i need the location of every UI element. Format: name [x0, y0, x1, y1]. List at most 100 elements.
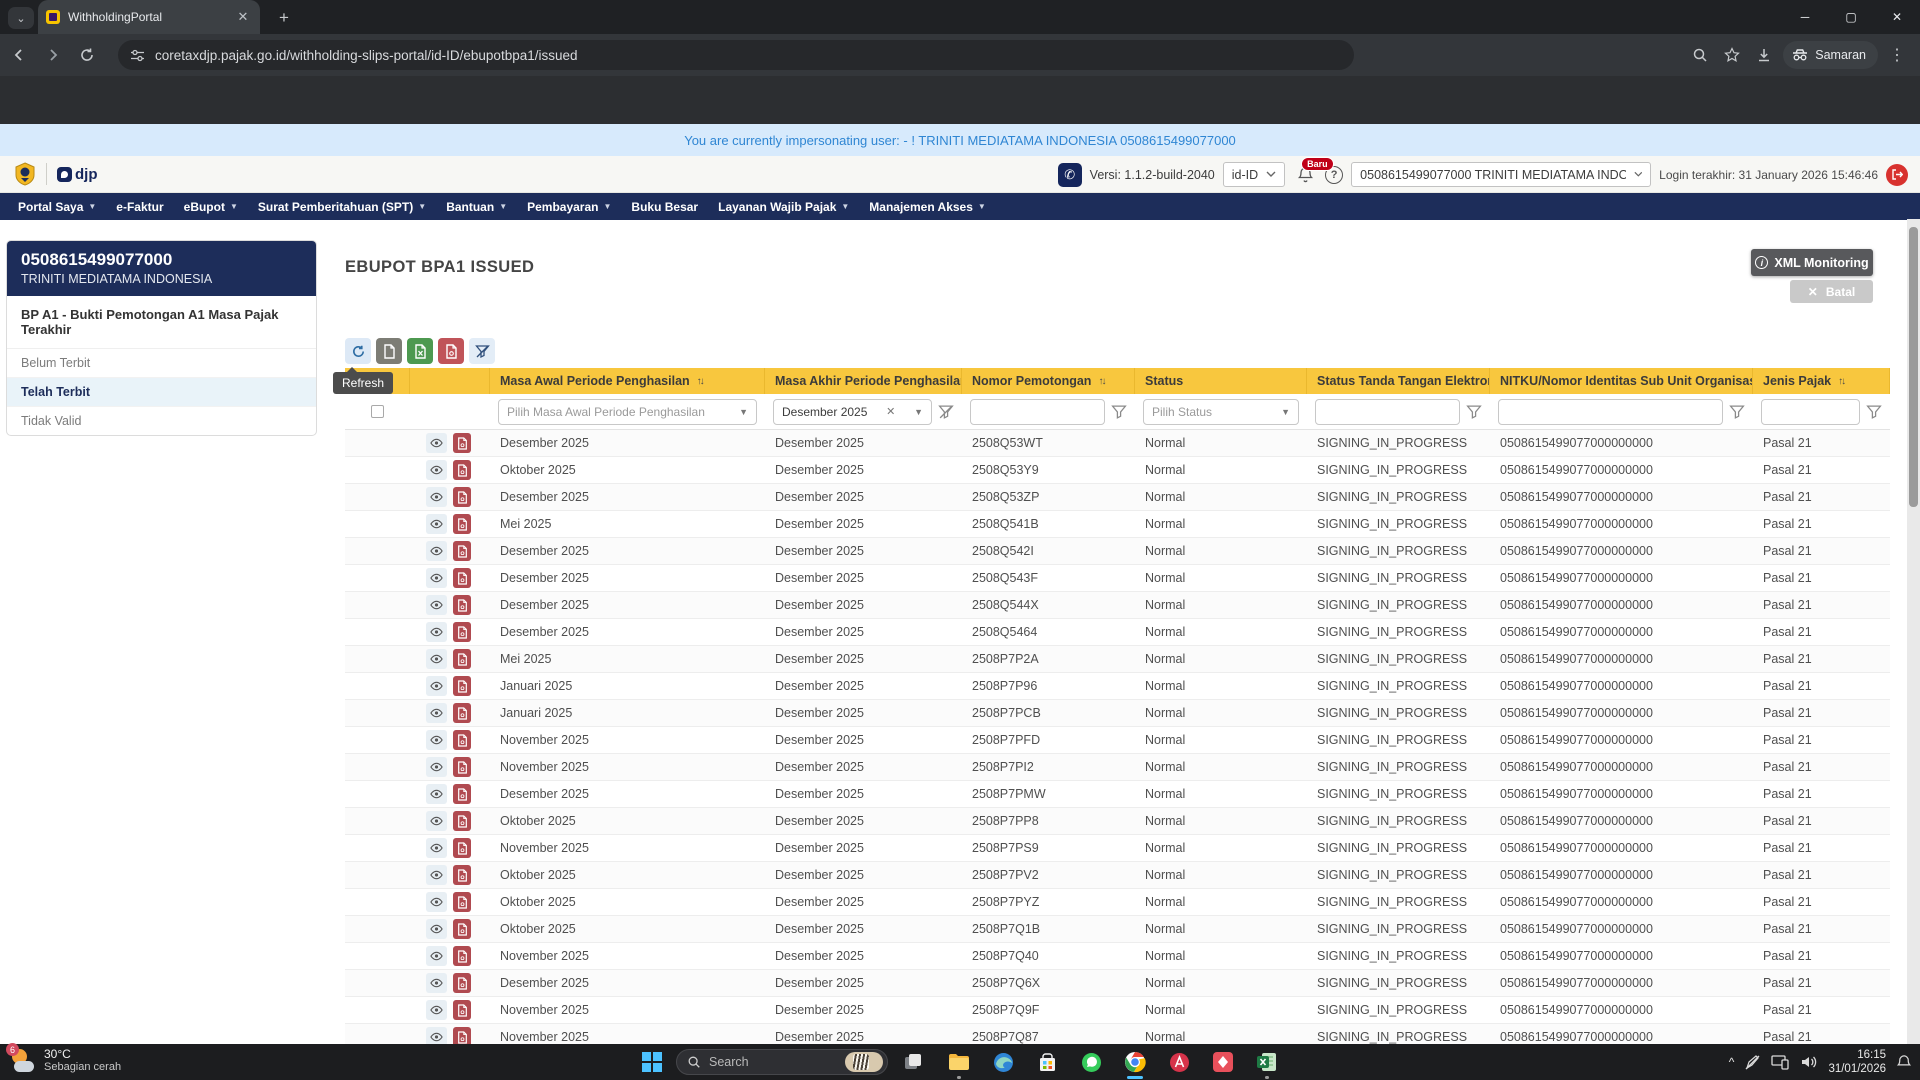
nav-item-ebupot[interactable]: eBupot ▼: [184, 200, 238, 214]
view-button[interactable]: [426, 892, 447, 912]
view-button[interactable]: [426, 460, 447, 480]
download-pdf-button[interactable]: [453, 703, 471, 723]
download-pdf-button[interactable]: [453, 649, 471, 669]
clear-filter-button[interactable]: [469, 338, 495, 364]
new-tab-button[interactable]: +: [272, 7, 296, 29]
view-button[interactable]: [426, 676, 447, 696]
pen-disabled-icon[interactable]: [1744, 1054, 1761, 1071]
download-pdf-button[interactable]: [453, 946, 471, 966]
filter-off-icon[interactable]: [938, 404, 954, 420]
view-button[interactable]: [426, 838, 447, 858]
table-row[interactable]: Januari 2025 Desember 2025 2508P7P96 Nor…: [345, 673, 1890, 700]
download-pdf-button[interactable]: [453, 595, 471, 615]
select-all-checkbox[interactable]: [371, 405, 384, 418]
view-button[interactable]: [426, 784, 447, 804]
table-row[interactable]: Oktober 2025 Desember 2025 2508P7PYZ Nor…: [345, 889, 1890, 916]
speaker-icon[interactable]: [1800, 1054, 1818, 1070]
view-button[interactable]: [426, 649, 447, 669]
table-row[interactable]: Januari 2025 Desember 2025 2508P7PCB Nor…: [345, 700, 1890, 727]
table-row[interactable]: Oktober 2025 Desember 2025 2508Q53Y9 Nor…: [345, 457, 1890, 484]
view-button[interactable]: [426, 973, 447, 993]
view-button[interactable]: [426, 487, 447, 507]
taskbar-clock[interactable]: 16:15 31/01/2026: [1828, 1048, 1886, 1077]
table-row[interactable]: November 2025 Desember 2025 2508P7Q40 No…: [345, 943, 1890, 970]
reload-button[interactable]: [72, 40, 102, 70]
masa-akhir-filter-select[interactable]: Desember 2025 ✕ ▼: [773, 398, 932, 425]
filter-icon[interactable]: [1729, 404, 1745, 420]
site-info-icon[interactable]: [130, 48, 145, 63]
clear-icon[interactable]: ✕: [886, 405, 895, 418]
chrome-icon[interactable]: [1122, 1049, 1148, 1079]
table-row[interactable]: Desember 2025 Desember 2025 2508Q5464 No…: [345, 619, 1890, 646]
masa-awal-filter-select[interactable]: Pilih Masa Awal Periode Penghasilan ▼: [498, 398, 757, 425]
download-pdf-button[interactable]: [453, 433, 471, 453]
browser-profile-chip[interactable]: Samaran: [1783, 41, 1878, 69]
sort-icon[interactable]: ↑↓: [1098, 376, 1106, 387]
task-view-button[interactable]: [900, 1049, 926, 1075]
zoom-page-icon[interactable]: [1687, 42, 1713, 68]
nav-item-manajemen-akses[interactable]: Manajemen Akses ▼: [869, 200, 986, 214]
download-pdf-button[interactable]: [453, 784, 471, 804]
nav-item-buku-besar[interactable]: Buku Besar: [631, 200, 698, 214]
column-header[interactable]: Jenis Pajak ↑↓: [1753, 368, 1890, 394]
view-button[interactable]: [426, 595, 447, 615]
column-header[interactable]: Status Tanda Tangan Elektronik...: [1307, 368, 1490, 394]
filter-icon[interactable]: [1466, 404, 1482, 420]
table-row[interactable]: Desember 2025 Desember 2025 2508P7Q6X No…: [345, 970, 1890, 997]
page-scrollbar[interactable]: [1907, 219, 1920, 1044]
sidebar-item-belum-terbit[interactable]: Belum Terbit: [7, 349, 316, 378]
sidebar-item-tidak-valid[interactable]: Tidak Valid: [7, 407, 316, 435]
filter-icon[interactable]: [1111, 404, 1127, 420]
taskbar-search[interactable]: Search: [676, 1049, 888, 1075]
column-header[interactable]: Status: [1135, 368, 1307, 394]
view-button[interactable]: [426, 757, 447, 777]
table-row[interactable]: November 2025 Desember 2025 2508P7PFD No…: [345, 727, 1890, 754]
tab-search-chevron-icon[interactable]: ⌄: [8, 7, 34, 29]
notifications-bell-icon[interactable]: [1896, 1054, 1912, 1071]
table-row[interactable]: Desember 2025 Desember 2025 2508Q53WT No…: [345, 430, 1890, 457]
download-pdf-button[interactable]: [453, 919, 471, 939]
filter-icon[interactable]: [1866, 404, 1882, 420]
language-select[interactable]: id-ID: [1222, 162, 1286, 187]
cast-device-icon[interactable]: [1771, 1054, 1790, 1070]
jenis-filter-input[interactable]: [1761, 398, 1860, 425]
column-header[interactable]: Masa Awal Periode Penghasilan ↑↓: [490, 368, 765, 394]
address-bar[interactable]: coretaxdjp.pajak.go.id/withholding-slips…: [118, 40, 1354, 70]
scrollbar-thumb[interactable]: [1909, 227, 1918, 507]
logout-button[interactable]: [1886, 163, 1908, 186]
refresh-button[interactable]: [345, 338, 371, 364]
table-row[interactable]: Oktober 2025 Desember 2025 2508P7PV2 Nor…: [345, 862, 1890, 889]
sort-icon[interactable]: ↑↓: [697, 376, 705, 387]
table-row[interactable]: Desember 2025 Desember 2025 2508P7PMW No…: [345, 781, 1890, 808]
table-row[interactable]: November 2025 Desember 2025 2508P7Q9F No…: [345, 997, 1890, 1024]
file-explorer-icon[interactable]: [946, 1049, 972, 1079]
table-row[interactable]: Oktober 2025 Desember 2025 2508P7Q1B Nor…: [345, 916, 1890, 943]
back-button[interactable]: [4, 40, 34, 70]
view-button[interactable]: [426, 946, 447, 966]
ttd-filter-input[interactable]: [1315, 398, 1460, 425]
download-pdf-button[interactable]: [453, 865, 471, 885]
notifications-bell[interactable]: Baru: [1293, 156, 1334, 187]
view-button[interactable]: [426, 1000, 447, 1020]
download-pdf-button[interactable]: [453, 568, 471, 588]
column-header[interactable]: NITKU/Nomor Identitas Sub Unit Organisas…: [1490, 368, 1753, 394]
table-row[interactable]: November 2025 Desember 2025 2508P7Q87 No…: [345, 1024, 1890, 1044]
table-row[interactable]: Desember 2025 Desember 2025 2508Q543F No…: [345, 565, 1890, 592]
download-pdf-button[interactable]: [453, 622, 471, 642]
start-button[interactable]: [640, 1052, 664, 1072]
diamond-app-icon[interactable]: [1210, 1049, 1236, 1075]
download-pdf-button[interactable]: [453, 1027, 471, 1044]
view-button[interactable]: [426, 703, 447, 723]
view-button[interactable]: [426, 1027, 447, 1044]
view-button[interactable]: [426, 919, 447, 939]
tab-close-icon[interactable]: ✕: [234, 8, 252, 26]
nav-item-layanan-wajib-pajak[interactable]: Layanan Wajib Pajak ▼: [718, 200, 849, 214]
window-minimize-button[interactable]: ─: [1782, 0, 1828, 34]
window-close-button[interactable]: ✕: [1874, 0, 1920, 34]
download-pdf-button[interactable]: [453, 1000, 471, 1020]
status-filter-select[interactable]: Pilih Status ▼: [1143, 398, 1299, 425]
view-button[interactable]: [426, 568, 447, 588]
table-row[interactable]: November 2025 Desember 2025 2508P7PI2 No…: [345, 754, 1890, 781]
table-row[interactable]: Mei 2025 Desember 2025 2508Q541B Normal …: [345, 511, 1890, 538]
download-pdf-button[interactable]: [453, 514, 471, 534]
